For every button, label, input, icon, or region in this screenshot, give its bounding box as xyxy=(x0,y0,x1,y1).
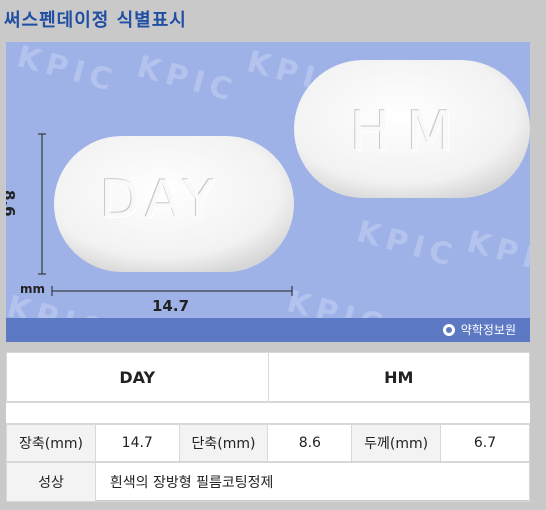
back-mark: HM xyxy=(350,100,470,163)
provider-brand: 약학정보원 xyxy=(442,321,516,338)
dimensions-row: 장축(mm) 14.7 단축(mm) 8.6 두께(mm) 6.7 xyxy=(6,424,530,462)
page-scrollbar[interactable] xyxy=(530,0,546,510)
page-title: 써스펜데이정 식별표시 xyxy=(4,10,187,31)
back-mark-cell: HM xyxy=(267,352,530,402)
shape-row: 성상 흰색의 장방형 필름코팅정제 xyxy=(6,462,531,502)
shape-label-cell: 성상 xyxy=(6,462,96,502)
width-label-cell: 단축(mm) xyxy=(178,424,269,462)
length-label: 14.7 xyxy=(152,297,190,315)
width-value-cell: 8.6 xyxy=(267,424,353,462)
identification-table: DAY HM 장축(mm) 14.7 단축(mm) 8.6 두께(mm) 6.7… xyxy=(6,352,531,502)
unit-label: mm xyxy=(20,282,46,296)
length-label-cell: 장축(mm) xyxy=(6,424,96,462)
thickness-value-cell: 6.7 xyxy=(440,424,530,462)
front-mark: DAY xyxy=(100,170,221,230)
length-value-cell: 14.7 xyxy=(94,424,180,462)
photo-footer: 약학정보원 xyxy=(6,318,530,342)
width-label: 8.6 xyxy=(6,190,18,217)
thickness-label-cell: 두께(mm) xyxy=(351,424,442,462)
marks-row: DAY HM xyxy=(6,352,530,402)
pill-image: KPIC KPIC KPIC KPIC KPIC KPIC KPIC DAY H… xyxy=(6,42,530,342)
front-mark-cell: DAY xyxy=(6,352,269,402)
provider-logo-icon xyxy=(442,323,455,336)
provider-name: 약학정보원 xyxy=(460,323,516,337)
shape-value-cell: 흰색의 장방형 필름코팅정제 xyxy=(94,462,531,502)
pill-drawing xyxy=(38,60,530,296)
